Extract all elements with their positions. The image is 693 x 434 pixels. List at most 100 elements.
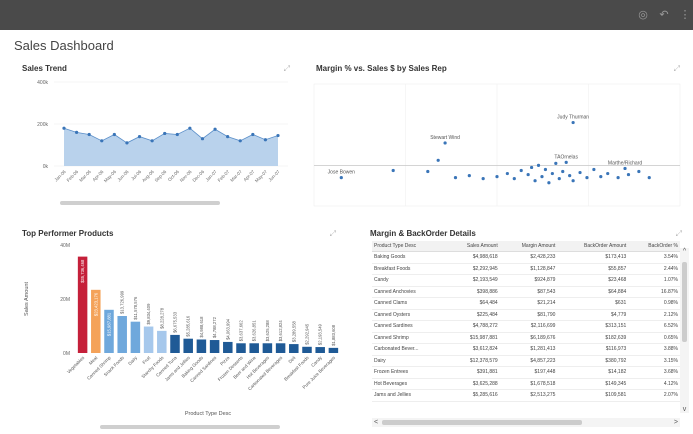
undo-icon[interactable]: ↶ [658,9,670,21]
table-cell: $173,413 [557,251,629,264]
scroll-right-icon[interactable]: > [674,418,678,427]
bar-value-label: $3,626,851 [252,320,257,342]
table-row[interactable]: Frozen Entrees $391,881 $197,448 $14,182 3.6… [372,366,680,379]
scroll-thumb[interactable] [382,420,582,425]
expand-icon[interactable]: ⤢ [676,229,682,239]
product-bar [209,340,220,353]
table-row[interactable]: Jams and Jellies $5,285,616 $2,513,275 $109… [372,389,680,402]
table-cell: $15,987,881 [446,332,500,344]
x-tick-label: Jun-07 [267,169,281,183]
scroll-down-icon[interactable]: v [680,406,689,413]
top-products-chart: 40M 20M 0M Sales Amount Product Type Desc $35… [24,243,339,417]
table-cell: Jams and Jellies [372,389,447,402]
x-tick-label: Mar-07 [229,169,243,183]
scatter-point [530,165,534,170]
table-vertical-scrollbar[interactable]: ^ v [680,248,689,413]
screenshot-icon[interactable]: ◎ [637,9,649,21]
table-header-row: Product Type Desc Sales Amount Margin Am… [372,241,680,252]
top-products-scrollbar[interactable] [100,425,280,429]
scatter-point [426,169,430,174]
bar-value-label: $15,987,881 [107,312,112,336]
x-tick-label: Dec-06 [191,169,205,183]
table-row[interactable]: Canned Oysters $225,484 $81,790 $4,779 2.12% [372,309,680,321]
bar-value-label: $2,292,945 [305,323,310,345]
scatter-point [481,177,485,181]
column-header[interactable]: Margin Amount [499,241,558,252]
column-header[interactable]: BackOrder % [628,241,680,252]
x-tick-label: Sep-06 [154,169,168,183]
table-cell: Canned Sardines [372,320,447,333]
table-row[interactable]: Baking Goods $4,988,618 $2,428,233 $173,413… [372,251,680,264]
table-cell: $3,625,288 [446,378,500,390]
sales-trend-chart: 400k200k0kJan-06Feb-06Mar-06 Apr-06May-06… [37,80,288,183]
bar-value-label: $8,228,278 [159,307,164,329]
table-cell: $313,151 [557,320,629,333]
menu-icon[interactable]: ⋮ [679,9,691,21]
x-tick-label: Jan-07 [204,169,218,183]
table-cell: $87,543 [499,286,558,298]
y-tick-label: 40M [60,243,70,249]
scatter-point [453,176,458,180]
table-row[interactable]: Carbonated Bever... $3,612,824 $1,281,413 $… [372,343,680,356]
table-cell: $1,281,413 [499,343,558,356]
bar-value-label: $11,578,576 [133,296,138,320]
table-horizontal-scrollbar[interactable]: < > [372,418,680,427]
trend-point [276,133,280,138]
table-row[interactable]: Canned Clams $64,484 $21,214 $631 0.98% [372,297,680,310]
y-axis-label: Sales Amount [24,282,30,316]
y-tick-label: 200k [37,122,48,128]
bar-value-label: $23,423,176 [93,292,98,316]
x-tick-label: Fruit [141,355,151,365]
scatter-point [543,167,548,172]
table-row[interactable]: Canned Anchovies $398,886 $87,543 $64,884 16… [372,286,680,298]
product-bar [170,334,180,353]
scroll-thumb[interactable] [682,262,687,342]
table-cell: Canned Anchovies [372,286,447,298]
table-cell: 2.07% [628,389,680,402]
scroll-up-icon[interactable]: ^ [680,248,689,255]
y-tick-label: 0M [63,351,70,357]
table-cell: $116,973 [557,343,629,356]
column-header[interactable]: Sales Amount [446,241,500,252]
scroll-left-icon[interactable]: < [374,418,378,427]
scatter-point [536,163,541,167]
x-tick-label: Feb-07 [217,169,231,183]
table-cell: $391,881 [446,366,500,379]
table-cell: 1.07% [628,274,680,287]
trend-point [112,132,116,137]
scatter-point [623,166,627,171]
table-cell: Breakfast Foods [372,263,447,275]
product-bar [117,316,127,353]
scatter-chart: Jose Bowen Stewart Wind Judy Thurman TAOrne… [313,83,681,207]
bar-value-label: $13,726,999 [120,290,125,314]
trend-point [100,139,104,143]
scatter-point [540,175,544,179]
y-tick-label: 0k [43,164,49,170]
table-cell: Hot Beverages [372,378,447,390]
table-cell: 2.44% [628,263,680,275]
x-tick-label: Mar-06 [78,169,92,183]
table-row[interactable]: Canned Sardines $4,788,272 $2,116,699 $313,… [372,320,680,333]
scatter-point [526,172,530,177]
x-tick-label: Dairy [127,355,138,366]
product-bar [223,341,233,353]
bar-value-label: $4,063,994 [225,318,230,340]
table-row[interactable]: Canned Shrimp $15,987,881 $6,189,676 $182,6… [372,332,680,344]
sales-trend-scrollbar[interactable] [60,201,220,205]
table-row[interactable]: Candy $2,193,549 $924,879 $23,468 1.07% [372,274,680,287]
table-cell: 2.12% [628,309,680,321]
table-row[interactable]: Breakfast Foods $2,292,945 $1,128,847 $55,8… [372,263,680,275]
table-row[interactable]: Hot Beverages $3,625,288 $1,678,518 $149,34… [372,378,680,390]
bar-value-label: $3,637,662 [239,320,244,342]
table-cell: $109,581 [557,389,629,402]
table-cell: 16.87% [628,286,680,298]
column-header[interactable]: BackOrder Amount [557,241,629,252]
table-row[interactable]: Dairy $12,378,579 $4,857,223 $380,792 3.15% [372,355,680,367]
x-tick-label: Aug-06 [141,169,155,183]
x-tick-label: Pizza [219,355,231,367]
scatter-point [585,176,589,180]
column-header[interactable]: Product Type Desc [372,241,447,252]
table-cell: $6,189,676 [499,332,558,344]
trend-point [263,138,268,142]
scatter-point [557,177,561,181]
